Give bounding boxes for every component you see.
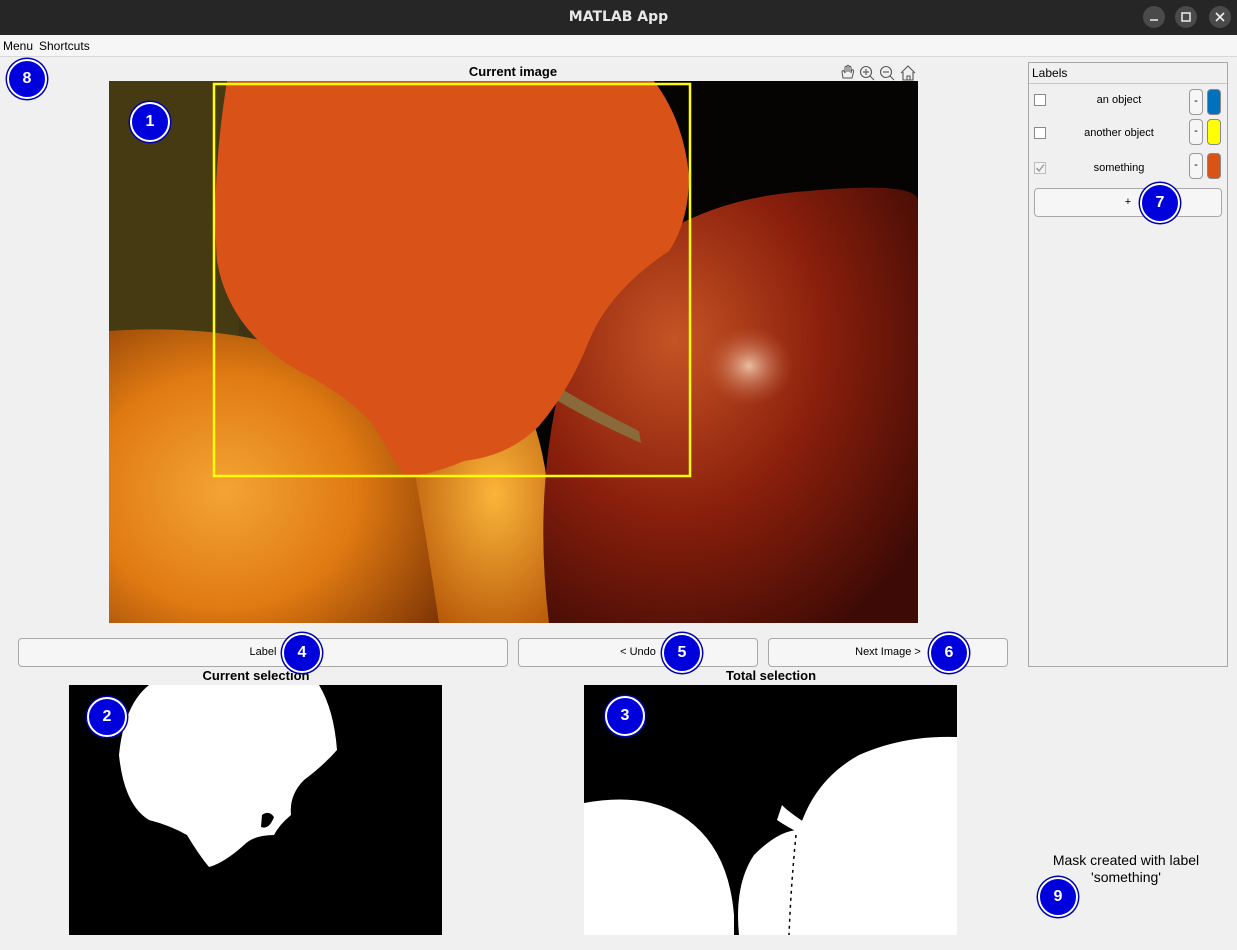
add-label-button[interactable]: +	[1034, 188, 1222, 217]
home-icon[interactable]	[900, 65, 916, 81]
maximize-icon	[1181, 12, 1191, 22]
label-row: an object -	[1029, 87, 1227, 117]
label-checkbox[interactable]	[1034, 162, 1046, 174]
badge-9: 9	[1038, 877, 1078, 917]
menu-menu[interactable]: Menu	[3, 39, 33, 53]
label-color-swatch[interactable]	[1207, 89, 1221, 115]
badge-2: 2	[87, 697, 127, 737]
fruit-photo	[109, 81, 918, 623]
label-color-swatch[interactable]	[1207, 153, 1221, 179]
label-color-swatch[interactable]	[1207, 119, 1221, 145]
labels-panel-title: Labels	[1032, 66, 1068, 80]
close-button[interactable]	[1209, 6, 1231, 28]
badge-5: 5	[662, 633, 702, 673]
minimize-icon	[1150, 19, 1158, 21]
badge-4: 4	[282, 633, 322, 673]
axes-toolbar	[838, 64, 918, 82]
minimize-button[interactable]	[1143, 6, 1165, 28]
zoom-in-icon[interactable]	[859, 65, 875, 81]
badge-8: 8	[7, 59, 47, 99]
current-selection-title: Current selection	[202, 668, 310, 683]
close-icon	[1215, 12, 1225, 22]
label-name: an object	[1096, 94, 1142, 106]
labels-panel: Labels an object - another object - some…	[1028, 62, 1228, 667]
maximize-button[interactable]	[1175, 6, 1197, 28]
current-image-axes[interactable]	[109, 81, 918, 623]
label-checkbox[interactable]	[1034, 94, 1046, 106]
remove-label-button[interactable]: -	[1189, 119, 1203, 145]
label-row: another object -	[1029, 119, 1227, 149]
status-line-1: Mask created with label	[1052, 852, 1200, 868]
label-name: something	[1093, 162, 1145, 174]
label-checkbox[interactable]	[1034, 127, 1046, 139]
zoom-out-icon[interactable]	[879, 65, 895, 81]
undo-button[interactable]: < Undo	[518, 638, 758, 667]
label-row: something -	[1029, 153, 1227, 183]
window-title: MATLAB App	[568, 9, 669, 25]
menu-bar: Menu Shortcuts	[0, 35, 1237, 57]
badge-1: 1	[130, 102, 170, 142]
badge-6: 6	[929, 633, 969, 673]
labels-panel-header: Labels	[1029, 63, 1227, 84]
badge-3: 3	[605, 696, 645, 736]
label-name: another object	[1084, 127, 1154, 139]
total-selection-title: Total selection	[725, 668, 817, 683]
checkmark-icon	[1035, 164, 1045, 173]
label-button[interactable]: Label	[18, 638, 508, 667]
title-bar: MATLAB App	[0, 0, 1237, 35]
badge-7: 7	[1140, 183, 1180, 223]
remove-label-button[interactable]: -	[1189, 153, 1203, 179]
menu-shortcuts[interactable]: Shortcuts	[39, 39, 90, 53]
pan-icon[interactable]	[841, 64, 855, 79]
remove-label-button[interactable]: -	[1189, 89, 1203, 115]
current-image-title: Current image	[468, 64, 558, 79]
next-image-button[interactable]: Next Image >	[768, 638, 1008, 667]
